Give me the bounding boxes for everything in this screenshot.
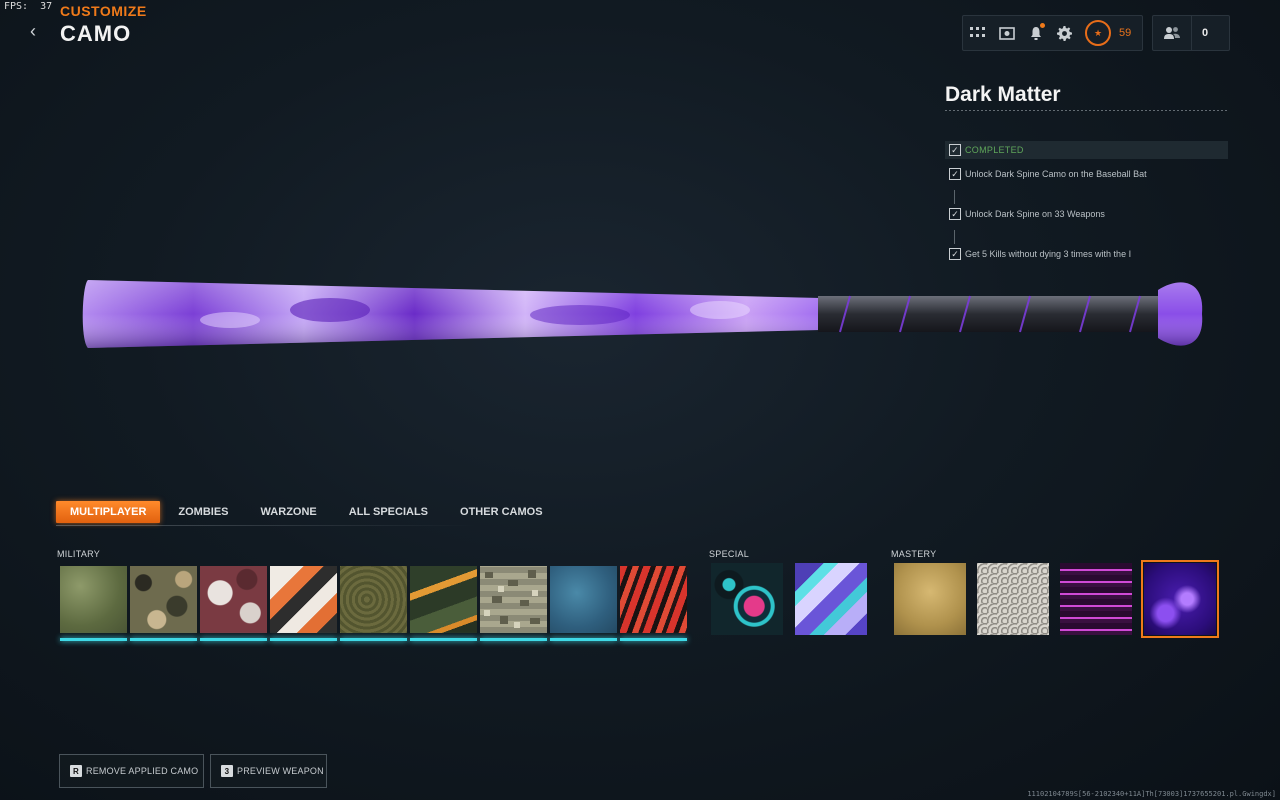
back-button[interactable]: ‹	[30, 22, 44, 40]
tab-multiplayer[interactable]: MULTIPLAYER	[56, 501, 161, 523]
checkbox-checked-icon: ✓	[949, 208, 961, 220]
camo-swatch-mastery-diamond[interactable]	[977, 563, 1049, 635]
tab-warzone[interactable]: WARZONE	[247, 501, 331, 523]
gear-icon[interactable]	[1050, 16, 1079, 50]
top-menu-bar: ★ 59	[962, 15, 1143, 51]
checkbox-checked-icon: ✓	[949, 248, 961, 260]
camo-swatch-military-3[interactable]	[200, 566, 267, 641]
fps-counter: FPS: 37	[4, 1, 53, 12]
page-subtitle: CUSTOMIZE	[60, 3, 147, 19]
challenge-item: ✓ Unlock Dark Spine on 33 Weapons	[949, 208, 1105, 220]
challenge-text: Unlock Dark Spine on 33 Weapons	[965, 209, 1105, 219]
friends-icon	[1153, 16, 1192, 50]
grid-icon[interactable]	[963, 16, 992, 50]
remove-applied-camo-button[interactable]: R REMOVE APPLIED CAMO	[59, 754, 204, 788]
preview-weapon-button[interactable]: 3 PREVIEW WEAPON	[210, 754, 327, 788]
button-label: REMOVE APPLIED CAMO	[86, 766, 199, 776]
key-hint: R	[70, 765, 82, 777]
connector-line	[954, 190, 955, 204]
tab-divider	[56, 525, 476, 526]
challenge-text: Get 5 Kills without dying 3 times with t…	[965, 249, 1132, 259]
camo-swatch-mastery-gold[interactable]	[894, 563, 966, 635]
camo-swatch-special-2[interactable]	[795, 563, 867, 635]
camo-category-tabs: MULTIPLAYER ZOMBIES WARZONE ALL SPECIALS…	[56, 501, 561, 523]
camo-swatch-special-1[interactable]	[711, 563, 783, 635]
connector-line	[954, 230, 955, 244]
camo-swatch-military-7[interactable]	[480, 566, 547, 641]
camo-swatch-military-2[interactable]	[130, 566, 197, 641]
notification-dot	[1040, 23, 1045, 28]
section-label-special: SPECIAL	[709, 549, 750, 559]
checkbox-checked-icon: ✓	[949, 168, 961, 180]
camo-swatch-mastery-spine[interactable]	[1060, 563, 1132, 635]
camo-name: Dark Matter	[945, 83, 1061, 106]
completed-status: ✓ COMPLETED	[949, 144, 1024, 156]
chevron-left-icon: ‹	[30, 21, 36, 41]
challenge-item: ✓ Unlock Dark Spine Camo on the Baseball…	[949, 168, 1147, 180]
camo-swatch-military-9[interactable]	[620, 566, 687, 641]
level-emblem-icon[interactable]: ★	[1085, 20, 1111, 46]
friends-count: 0	[1202, 27, 1209, 39]
challenge-item: ✓ Get 5 Kills without dying 3 times with…	[949, 248, 1131, 260]
button-label: PREVIEW WEAPON	[237, 766, 324, 776]
section-label-mastery: MASTERY	[891, 549, 937, 559]
camo-swatch-military-4[interactable]	[270, 566, 337, 641]
tab-other-camos[interactable]: OTHER CAMOS	[446, 501, 557, 523]
page-title: CAMO	[60, 21, 132, 46]
build-id: 11102104789S[56-2102340+11A]Th[73003]173…	[1027, 790, 1276, 798]
checkbox-checked-icon: ✓	[949, 144, 961, 156]
key-hint: 3	[221, 765, 233, 777]
status-label: COMPLETED	[965, 145, 1024, 155]
theater-icon[interactable]	[992, 16, 1021, 50]
tab-all-specials[interactable]: ALL SPECIALS	[335, 501, 442, 523]
challenge-text: Unlock Dark Spine Camo on the Baseball B…	[965, 169, 1147, 179]
bell-icon[interactable]	[1021, 16, 1050, 50]
camo-swatch-military-5[interactable]	[340, 566, 407, 641]
camo-swatch-military-6[interactable]	[410, 566, 477, 641]
weapon-preview-baseball-bat	[80, 270, 1205, 360]
camo-swatch-mastery-dark-matter[interactable]	[1141, 560, 1219, 638]
friends-button[interactable]: 0	[1152, 15, 1230, 51]
section-label-military: MILITARY	[57, 549, 101, 559]
camo-swatch-military-8[interactable]	[550, 566, 617, 641]
tab-zombies[interactable]: ZOMBIES	[164, 501, 242, 523]
player-level: 59	[1119, 27, 1132, 39]
camo-swatch-military-1[interactable]	[60, 566, 127, 641]
divider	[945, 110, 1228, 111]
